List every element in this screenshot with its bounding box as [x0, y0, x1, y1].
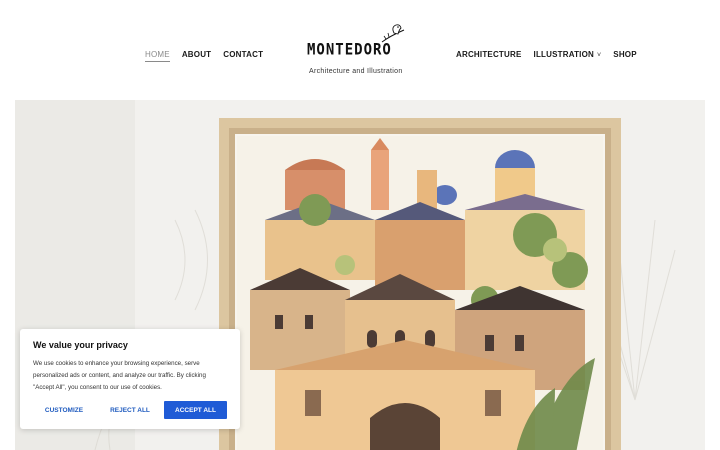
nav-architecture[interactable]: ARCHITECTURE — [456, 50, 522, 59]
nav-home[interactable]: HOME — [145, 50, 170, 62]
site-logo[interactable]: MONTEDORO Architecture and Illustration — [305, 22, 415, 80]
cookie-banner-actions: CUSTOMIZE REJECT ALL ACCEPT ALL — [33, 401, 227, 419]
cookie-consent-banner: We value your privacy We use cookies to … — [20, 329, 240, 429]
nav-illustration-label: ILLUSTRATION — [533, 50, 594, 59]
cookie-banner-message: We use cookies to enhance your browsing … — [33, 360, 206, 391]
nav-illustration[interactable]: ILLUSTRATION ˅ — [534, 50, 602, 59]
primary-nav-right: ARCHITECTURE ILLUSTRATION ˅ SHOP — [456, 50, 637, 59]
accept-all-button[interactable]: ACCEPT ALL — [164, 401, 227, 419]
cookie-banner-title: We value your privacy — [33, 340, 128, 350]
nav-contact[interactable]: CONTACT — [223, 50, 263, 62]
nav-shop[interactable]: SHOP — [613, 50, 636, 59]
logo-wordmark: MONTEDORO — [307, 40, 392, 60]
site-header: HOME ABOUT CONTACT MONTEDORO Architectur… — [0, 0, 720, 100]
reject-all-button[interactable]: REJECT ALL — [99, 401, 161, 419]
primary-nav-left: HOME ABOUT CONTACT — [145, 50, 263, 62]
nav-about[interactable]: ABOUT — [182, 50, 211, 62]
customize-button[interactable]: CUSTOMIZE — [33, 401, 95, 419]
chevron-down-icon: ˅ — [596, 52, 602, 59]
logo-tagline: Architecture and Illustration — [309, 68, 403, 75]
